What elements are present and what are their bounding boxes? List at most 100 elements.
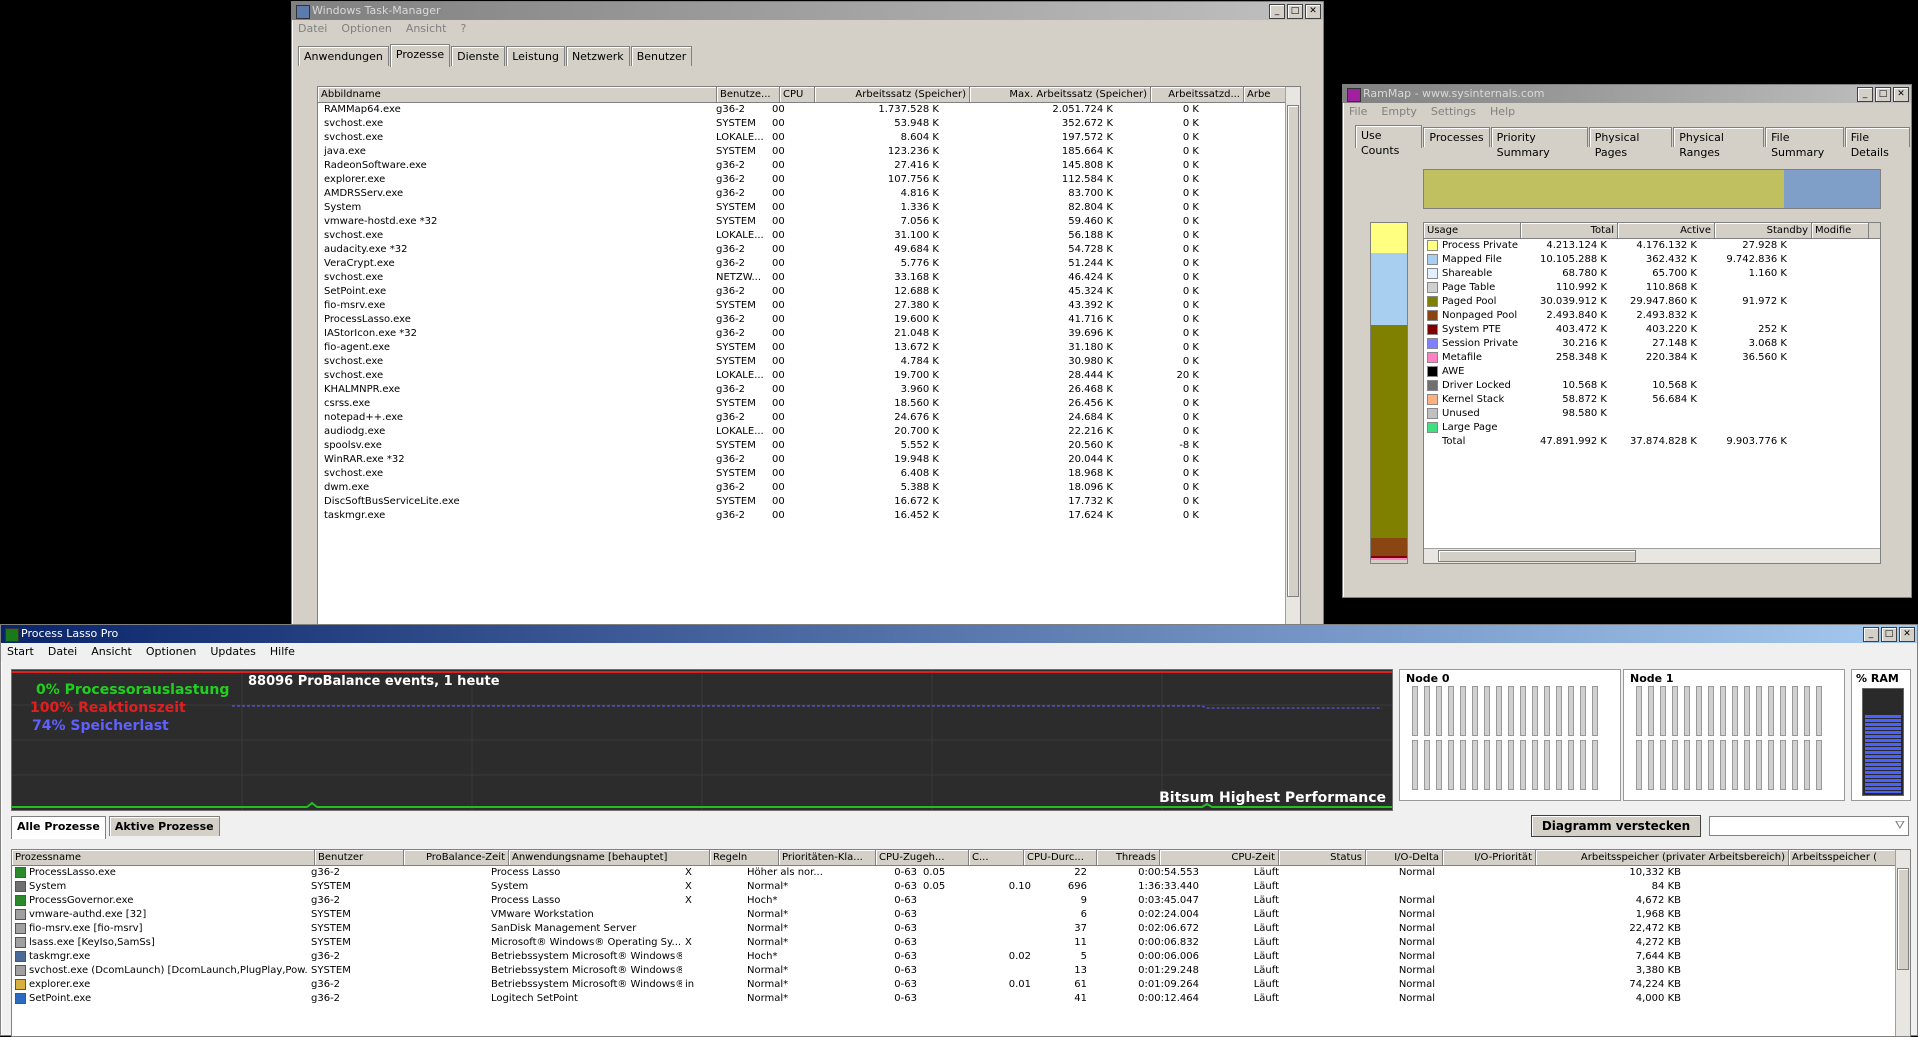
tab-dienste[interactable]: Dienste: [451, 46, 506, 66]
tab-file-summary[interactable]: File Summary: [1765, 127, 1844, 159]
table-row[interactable]: fio-msrv.exe SYSTEM 00 27.380 K 43.392 K 0 K: [318, 299, 1300, 313]
close-icon[interactable]: ✕: [1899, 627, 1915, 642]
table-row[interactable]: svchost.exe LOKALE... 00 19.700 K 28.444 K 20…: [318, 369, 1300, 383]
filter-input[interactable]: ⛛: [1709, 816, 1909, 836]
menu-datei[interactable]: Datei: [298, 20, 327, 38]
col-anwendungsname[interactable]: Anwendungsname [behauptet]: [509, 850, 710, 865]
menu-hilfe[interactable]: Hilfe: [270, 643, 295, 661]
table-row[interactable]: audacity.exe *32 g36-2 00 49.684 K 54.728 K 0…: [318, 243, 1300, 257]
table-row[interactable]: fio-msrv.exe [fio-msrv] SYSTEM SanDisk Man…: [12, 922, 1910, 936]
col-regeln[interactable]: Regeln: [710, 850, 779, 865]
table-row[interactable]: taskmgr.exe g36-2 00 16.452 K 17.624 K 0 K: [318, 509, 1300, 523]
table-row[interactable]: Total 47.891.992 K 37.874.828 K 9.903.776 K: [1424, 435, 1880, 449]
table-row[interactable]: KHALMNPR.exe g36-2 00 3.960 K 26.468 K 0 K: [318, 383, 1300, 397]
tab-file-details[interactable]: File Details: [1844, 127, 1910, 159]
tab-aktive-prozesse[interactable]: Aktive Prozesse: [108, 816, 220, 836]
taskmgr-titlebar[interactable]: Windows Task-Manager _ □ ✕: [292, 2, 1323, 20]
col-abbildname[interactable]: Abbildname: [318, 87, 717, 102]
menu-ansicht[interactable]: Ansicht: [91, 643, 132, 661]
menu-settings[interactable]: Settings: [1431, 103, 1476, 121]
table-row[interactable]: Unused 98.580 K: [1424, 407, 1880, 421]
menu-empty[interactable]: Empty: [1381, 103, 1416, 121]
table-row[interactable]: Kernel Stack 58.872 K 56.684 K: [1424, 393, 1880, 407]
col-benutzer[interactable]: Benutzer: [315, 850, 404, 865]
col-cpu-zeit[interactable]: CPU-Zeit: [1160, 850, 1279, 865]
tab-anwendungen[interactable]: Anwendungen: [298, 46, 389, 66]
table-row[interactable]: Driver Locked 10.568 K 10.568 K: [1424, 379, 1880, 393]
lasso-scrollbar[interactable]: [1895, 850, 1910, 1036]
table-row[interactable]: audiodg.exe LOKALE... 00 20.700 K 22.216 K 0 …: [318, 425, 1300, 439]
table-row[interactable]: Mapped File 10.105.288 K 362.432 K 9.742.83…: [1424, 253, 1880, 267]
menu-updates[interactable]: Updates: [210, 643, 256, 661]
table-row[interactable]: Page Table 110.992 K 110.868 K: [1424, 281, 1880, 295]
maximize-icon[interactable]: □: [1881, 627, 1897, 642]
table-row[interactable]: explorer.exe g36-2 Betriebssystem Microsof…: [12, 978, 1910, 992]
col-arbeitssatz-delta[interactable]: Arbeitssatzd...: [1151, 87, 1244, 102]
table-row[interactable]: svchost.exe LOKALE... 00 8.604 K 197.572 K 0 …: [318, 131, 1300, 145]
taskmgr-scrollbar[interactable]: [1285, 87, 1300, 625]
rammap-titlebar[interactable]: RamMap - www.sysinternals.com _ □ ✕: [1343, 85, 1911, 103]
table-row[interactable]: notepad++.exe g36-2 00 24.676 K 24.684 K 0 K: [318, 411, 1300, 425]
tab-physical-ranges[interactable]: Physical Ranges: [1673, 127, 1765, 159]
col-cpu[interactable]: CPU: [780, 87, 815, 102]
close-icon[interactable]: ✕: [1893, 87, 1909, 102]
table-row[interactable]: Metafile 258.348 K 220.384 K 36.560 K: [1424, 351, 1880, 365]
col-c[interactable]: C...: [969, 850, 1024, 865]
col-probalance-zeit[interactable]: ProBalance-Zeit: [404, 850, 509, 865]
tab-priority-summary[interactable]: Priority Summary: [1490, 127, 1588, 159]
col-modified[interactable]: Modifie: [1812, 223, 1869, 238]
col-io-prioritaet[interactable]: I/O-Priorität: [1443, 850, 1536, 865]
col-standby[interactable]: Standby: [1715, 223, 1812, 238]
menu-ansicht[interactable]: Ansicht: [406, 20, 447, 38]
menu-start[interactable]: Start: [7, 643, 34, 661]
tab-physical-pages[interactable]: Physical Pages: [1588, 127, 1673, 159]
col-io-delta[interactable]: I/O-Delta: [1366, 850, 1443, 865]
col-threads[interactable]: Threads: [1097, 850, 1160, 865]
col-usage[interactable]: Usage: [1424, 223, 1521, 238]
table-row[interactable]: svchost.exe LOKALE... 00 31.100 K 56.188 K 0 …: [318, 229, 1300, 243]
table-row[interactable]: Process Private 4.213.124 K 4.176.132 K 27.…: [1424, 239, 1880, 253]
table-row[interactable]: csrss.exe SYSTEM 00 18.560 K 26.456 K 0 K: [318, 397, 1300, 411]
table-row[interactable]: taskmgr.exe g36-2 Betriebssystem Microsoft…: [12, 950, 1910, 964]
table-row[interactable]: Large Page: [1424, 421, 1880, 435]
table-row[interactable]: vmware-authd.exe [32] SYSTEM VMware Workst…: [12, 908, 1910, 922]
table-row[interactable]: WinRAR.exe *32 g36-2 00 19.948 K 20.044 K 0 K: [318, 453, 1300, 467]
col-arbe[interactable]: Arbe: [1244, 87, 1291, 102]
minimize-icon[interactable]: _: [1857, 87, 1873, 102]
table-row[interactable]: vmware-hostd.exe *32 SYSTEM 00 7.056 K 59.46…: [318, 215, 1300, 229]
table-row[interactable]: ProcessGovernor.exe g36-2 Process Lasso X Ho…: [12, 894, 1910, 908]
menu-optionen[interactable]: Optionen: [146, 643, 196, 661]
table-row[interactable]: java.exe SYSTEM 00 123.236 K 185.664 K 0 K: [318, 145, 1300, 159]
col-arbeitsspeicher[interactable]: Arbeitsspeicher (: [1789, 850, 1896, 865]
col-cpu-durchschnitt[interactable]: CPU-Durc...: [1024, 850, 1097, 865]
table-row[interactable]: System SYSTEM 00 1.336 K 82.804 K 0 K: [318, 201, 1300, 215]
menu-datei[interactable]: Datei: [48, 643, 77, 661]
rammap-hscroll-thumb[interactable]: [1438, 550, 1636, 562]
minimize-icon[interactable]: _: [1269, 4, 1285, 19]
tab-prozesse[interactable]: Prozesse: [389, 44, 451, 67]
col-total[interactable]: Total: [1521, 223, 1618, 238]
table-row[interactable]: RadeonSoftware.exe g36-2 00 27.416 K 145.808…: [318, 159, 1300, 173]
table-row[interactable]: IAStorIcon.exe *32 g36-2 00 21.048 K 39.696 …: [318, 327, 1300, 341]
col-active[interactable]: Active: [1618, 223, 1715, 238]
tab-processes[interactable]: Processes: [1423, 127, 1490, 147]
maximize-icon[interactable]: □: [1875, 87, 1891, 102]
col-max-arbeitssatz[interactable]: Max. Arbeitssatz (Speicher): [970, 87, 1151, 102]
table-row[interactable]: ProcessLasso.exe g36-2 00 19.600 K 41.716 K 0…: [318, 313, 1300, 327]
col-prozessname[interactable]: Prozessname: [12, 850, 315, 865]
tab-benutzer[interactable]: Benutzer: [630, 46, 693, 66]
table-row[interactable]: VeraCrypt.exe g36-2 00 5.776 K 51.244 K 0 K: [318, 257, 1300, 271]
table-row[interactable]: SetPoint.exe g36-2 Logitech SetPoint Normal…: [12, 992, 1910, 1006]
tab-alle-prozesse[interactable]: Alle Prozesse: [11, 816, 106, 839]
table-row[interactable]: AMDRSServ.exe g36-2 00 4.816 K 83.700 K 0 K: [318, 187, 1300, 201]
table-row[interactable]: Session Private 30.216 K 27.148 K 3.068 K: [1424, 337, 1880, 351]
menu-optionen[interactable]: Optionen: [341, 20, 391, 38]
table-row[interactable]: System PTE 403.472 K 403.220 K 252 K: [1424, 323, 1880, 337]
lasso-titlebar[interactable]: Process Lasso Pro _ □ ✕: [1, 625, 1917, 643]
power-plan-label[interactable]: Bitsum Highest Performance: [1159, 790, 1386, 806]
taskmgr-scroll-thumb[interactable]: [1287, 105, 1299, 597]
table-row[interactable]: System SYSTEM System X Normal* 0-63 0.05 0.10 69…: [12, 880, 1910, 894]
table-row[interactable]: svchost.exe (DcomLaunch) [DcomLaunch,Plu…: [12, 964, 1910, 978]
hide-chart-button[interactable]: Diagramm verstecken: [1531, 815, 1701, 837]
table-row[interactable]: DiscSoftBusServiceLite.exe SYSTEM 00 16.672…: [318, 495, 1300, 509]
